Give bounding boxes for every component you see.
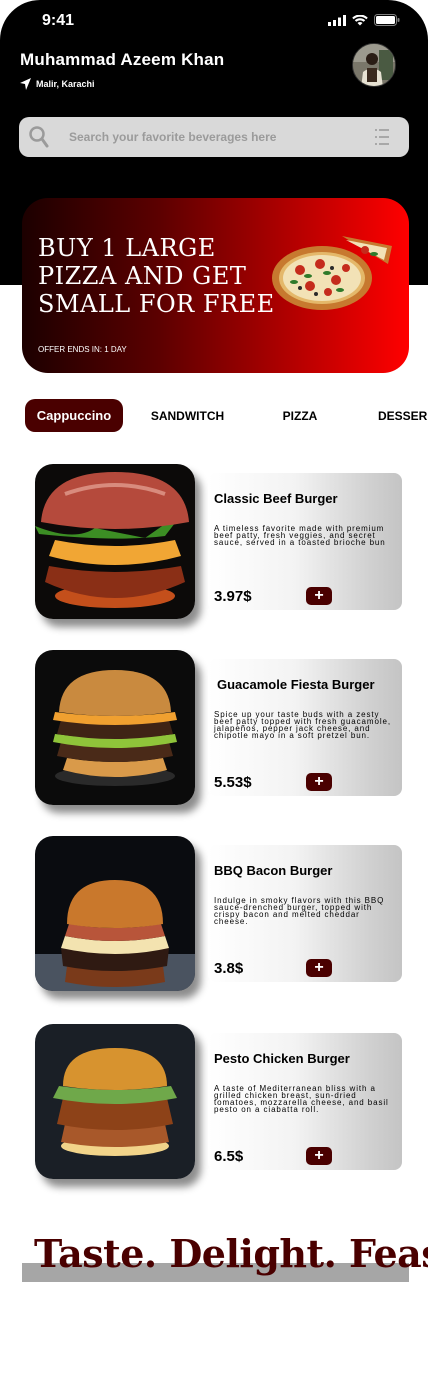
product-description: Spice up your taste buds with a zesty be… <box>214 710 391 740</box>
filter-list-icon[interactable] <box>375 128 389 146</box>
status-time: 9:41 <box>42 12 75 29</box>
location-text: Malir, Karachi <box>36 79 95 89</box>
category-tabs: Cappuccino SANDWITCH PIZZA DESSER <box>0 399 428 433</box>
product-name: Guacamole Fiesta Burger <box>217 677 375 692</box>
product-image <box>35 1024 195 1179</box>
product-description: A taste of Mediterranean bliss with a gr… <box>214 1084 389 1114</box>
product-description: Indulge in smoky flavors with this BBQ s… <box>214 896 385 926</box>
product-card[interactable]: Classic Beef Burger A timeless favorite … <box>0 464 428 624</box>
product-price: 6.5$ <box>214 1148 244 1165</box>
tab-cappuccino[interactable]: Cappuccino <box>25 399 123 432</box>
product-image <box>35 836 195 991</box>
status-icons <box>328 14 400 26</box>
product-price: 3.8$ <box>214 960 244 977</box>
product-name: BBQ Bacon Burger <box>214 863 333 878</box>
product-info: Guacamole Fiesta Burger Spice up your ta… <box>208 659 402 796</box>
product-name: Pesto Chicken Burger <box>214 1051 350 1066</box>
location-arrow-icon <box>20 78 31 90</box>
add-to-cart-button[interactable]: + <box>306 1147 332 1165</box>
product-card[interactable]: BBQ Bacon Burger Indulge in smoky flavor… <box>0 836 428 996</box>
battery-icon <box>374 14 400 26</box>
wifi-icon <box>352 14 368 25</box>
product-card[interactable]: Guacamole Fiesta Burger Spice up your ta… <box>0 650 428 810</box>
signal-icon <box>328 14 346 26</box>
product-info: BBQ Bacon Burger Indulge in smoky flavor… <box>208 845 402 982</box>
product-info: Pesto Chicken Burger A taste of Mediterr… <box>208 1033 402 1170</box>
user-name: Muhammad Azeem Khan <box>20 50 225 69</box>
product-card[interactable]: Pesto Chicken Burger A taste of Mediterr… <box>0 1024 428 1184</box>
promo-offer: OFFER ENDS IN: 1 DAY <box>38 345 127 354</box>
product-price: 3.97$ <box>214 588 252 605</box>
promo-banner[interactable]: BUY 1 LARGE PIZZA AND GET SMALL FOR FREE… <box>22 198 409 373</box>
tab-sandwitch[interactable]: SANDWITCH <box>140 399 235 432</box>
avatar[interactable] <box>352 43 396 87</box>
avatar-image <box>353 44 395 86</box>
product-description: A timeless favorite made with premium be… <box>214 524 386 547</box>
tab-pizza[interactable]: PIZZA <box>260 399 340 432</box>
pizza-image <box>272 236 392 310</box>
search-bar[interactable] <box>19 117 409 157</box>
product-price: 5.53$ <box>214 774 252 791</box>
add-to-cart-button[interactable]: + <box>306 959 332 977</box>
search-input[interactable] <box>69 117 359 157</box>
tagline: Taste. Delight. Feast <box>34 1231 428 1276</box>
search-icon <box>29 126 49 148</box>
product-image <box>35 464 195 619</box>
promo-title: BUY 1 LARGE PIZZA AND GET SMALL FOR FREE <box>38 234 275 318</box>
product-info: Classic Beef Burger A timeless favorite … <box>208 473 402 610</box>
location[interactable]: Malir, Karachi <box>20 78 95 90</box>
product-image <box>35 650 195 805</box>
tab-dessert[interactable]: DESSER <box>378 399 428 432</box>
add-to-cart-button[interactable]: + <box>306 773 332 791</box>
status-bar: 9:41 <box>0 0 428 44</box>
app-screen: 9:41 Muhammad Azeem Khan Malir, Karachi <box>0 0 428 1397</box>
product-name: Classic Beef Burger <box>214 491 338 506</box>
add-to-cart-button[interactable]: + <box>306 587 332 605</box>
